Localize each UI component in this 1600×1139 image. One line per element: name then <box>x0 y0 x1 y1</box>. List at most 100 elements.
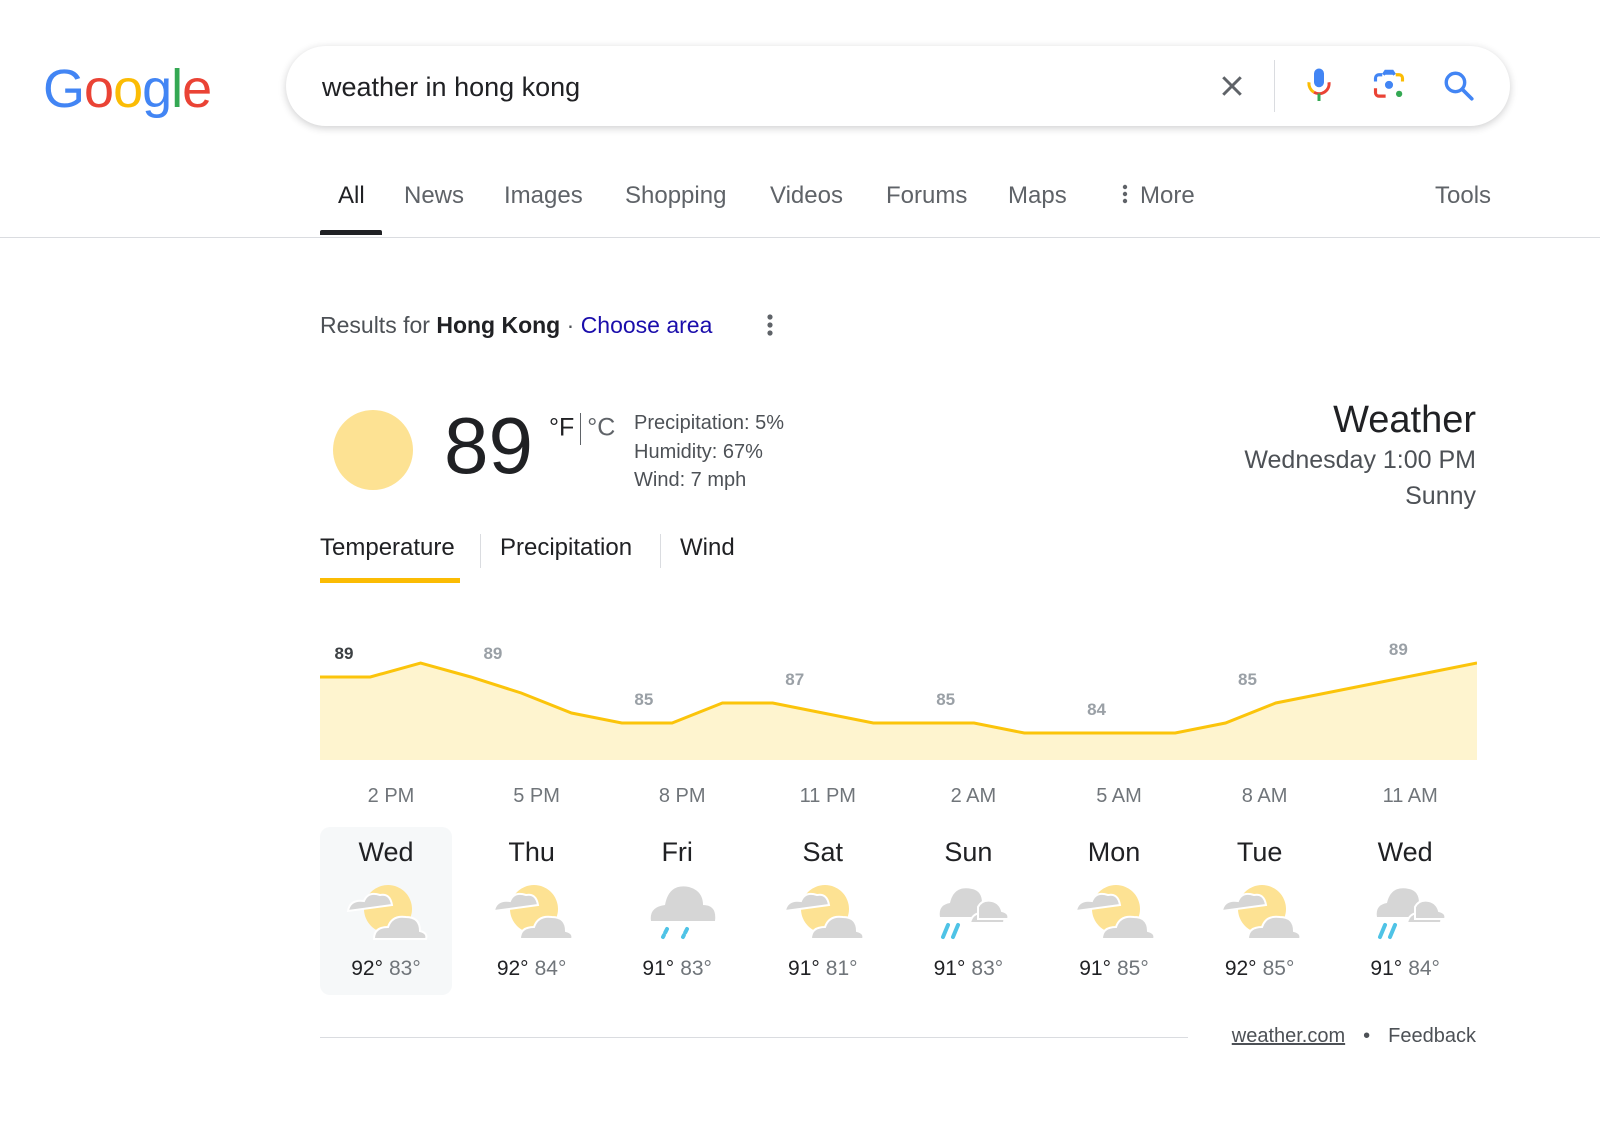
choose-area-link[interactable]: Choose area <box>581 312 713 338</box>
x-axis-tick-label: 2 PM <box>368 785 415 807</box>
temperature-chart[interactable]: 89 89 85 87 85 84 85 89 2 PM 5 PM 8 PM 11 PM 2 AM 5 A… <box>320 640 1477 820</box>
forecast-day-name: Sun <box>944 837 993 867</box>
forecast-high: 91° <box>933 957 966 980</box>
footer-separator: • <box>1363 1025 1371 1047</box>
forecast-low: 83° <box>680 957 712 980</box>
forecast-day[interactable]: Mon 91° 85° <box>1048 827 1180 995</box>
active-subtab-indicator <box>320 578 460 583</box>
temperature-data-label: 85 <box>1238 670 1257 689</box>
forecast-high: 92° <box>496 957 529 980</box>
footer-divider <box>320 1037 1188 1038</box>
forecast-high: 91° <box>1370 957 1403 980</box>
forecast-temps: 91° 81° <box>757 957 889 981</box>
weather-title: Weather <box>1333 399 1476 441</box>
tab-more-label: More <box>1140 182 1195 209</box>
temperature-data-label: 89 <box>483 644 502 663</box>
forecast-temps: 92° 84° <box>466 957 598 981</box>
forecast-temps: 92° 83° <box>320 957 452 981</box>
x-axis-tick-label: 8 AM <box>1242 785 1288 807</box>
forecast-temps: 91° 83° <box>611 957 743 981</box>
precipitation-value: Precipitation: 5% <box>634 412 785 434</box>
lens-search-button[interactable] <box>1369 66 1409 106</box>
attribution-footer: weather.com • Feedback <box>1232 1025 1476 1048</box>
celsius-button[interactable]: °C <box>587 414 615 442</box>
humidity-value: Humidity: 67% <box>634 440 763 463</box>
forecast-day-name: Mon <box>1087 837 1141 867</box>
forecast-temps: 91° 84° <box>1339 957 1471 981</box>
forecast-day-name: Thu <box>508 837 555 867</box>
forecast-temps: 91° 83° <box>902 957 1034 981</box>
logo-letter: G <box>43 59 85 119</box>
search-submit-button[interactable] <box>1439 66 1479 106</box>
unit-toggle: °F °C <box>549 413 615 445</box>
active-tab-indicator <box>320 230 382 235</box>
temperature-data-label: 85 <box>936 690 955 709</box>
tab-all[interactable]: All <box>338 182 365 210</box>
search-box <box>286 46 1510 126</box>
forecast-day-name: Wed <box>1377 837 1433 867</box>
tab-videos[interactable]: Videos <box>770 182 843 210</box>
microphone-icon <box>1307 68 1331 101</box>
temperature-area <box>320 663 1477 760</box>
scattered-showers-icon <box>1376 888 1447 939</box>
forecast-day-name: Tue <box>1236 837 1283 867</box>
tab-wind[interactable]: Wind <box>680 534 735 562</box>
weather-header: Weather Wednesday 1:00 PM Sunny <box>1244 398 1476 514</box>
forecast-day[interactable]: Fri 91° 83° <box>611 827 743 995</box>
tab-divider <box>480 534 481 568</box>
weather-source-link[interactable]: weather.com <box>1232 1025 1345 1047</box>
logo-letter: o <box>84 59 114 119</box>
partly-cloudy-icon <box>492 885 573 940</box>
fahrenheit-button[interactable]: °F <box>549 414 574 442</box>
tab-forums[interactable]: Forums <box>886 182 967 210</box>
temperature-chart-svg: 89 89 85 87 85 84 85 89 2 PM 5 PM 8 PM 11 PM 2 AM 5 A… <box>320 640 1477 807</box>
camera-lens-icon <box>1373 69 1405 98</box>
forecast-low: 83° <box>389 957 421 980</box>
temperature-data-label: 89 <box>335 644 354 663</box>
logo-letter: e <box>182 59 212 119</box>
voice-search-button[interactable] <box>1299 66 1339 106</box>
forecast-day[interactable]: Wed 91° 84° <box>1339 827 1471 995</box>
forecast-day-name: Sat <box>802 837 844 867</box>
forecast-low: 85° <box>1262 957 1295 980</box>
current-temperature: 89 <box>444 401 533 490</box>
partly-cloudy-icon <box>1220 885 1301 940</box>
forecast-day[interactable]: Sat 91° 81° <box>757 827 889 995</box>
temperature-data-label: 85 <box>634 690 653 709</box>
tab-precipitation[interactable]: Precipitation <box>500 534 632 562</box>
forecast-temps: 91° 85° <box>1048 957 1180 981</box>
x-axis-tick-label: 2 AM <box>951 785 997 807</box>
tab-shopping[interactable]: Shopping <box>625 182 726 210</box>
forecast-low: 85° <box>1117 957 1149 980</box>
forecast-day-name: Fri <box>661 837 693 867</box>
logo-letter: o <box>113 59 143 119</box>
logo-letter: l <box>171 59 183 119</box>
daily-forecast: Wed 92° 83° Thu 92° 84° Fri 91° 83° Sat 91° 81° Sun 9… <box>320 827 1490 995</box>
google-logo[interactable]: Google <box>43 58 212 120</box>
forecast-day[interactable]: Sun 91° 83° <box>902 827 1034 995</box>
search-input[interactable] <box>320 68 1184 106</box>
feedback-link[interactable]: Feedback <box>1388 1025 1476 1047</box>
rain-icon <box>650 886 716 939</box>
forecast-day-name: Wed <box>358 837 414 867</box>
scattered-showers-icon <box>940 888 1010 939</box>
options-menu-button[interactable] <box>760 312 780 340</box>
tab-images[interactable]: Images <box>504 182 583 210</box>
tab-news[interactable]: News <box>404 182 464 210</box>
forecast-high: 92° <box>351 957 383 980</box>
tab-divider <box>660 534 661 568</box>
forecast-day[interactable]: Wed 92° 83° <box>320 827 452 995</box>
forecast-day[interactable]: Tue 92° 85° <box>1194 827 1326 995</box>
tab-temperature[interactable]: Temperature <box>320 534 455 562</box>
forecast-high: 91° <box>788 957 820 980</box>
more-vert-icon <box>767 314 773 336</box>
tab-more[interactable]: More <box>1118 182 1195 210</box>
tab-maps[interactable]: Maps <box>1008 182 1067 210</box>
wind-value: Wind: 7 mph <box>634 469 747 491</box>
x-axis-tick-label: 8 PM <box>659 785 706 807</box>
forecast-day[interactable]: Thu 92° 84° <box>466 827 598 995</box>
clear-search-button[interactable] <box>1212 66 1252 106</box>
x-axis-tick-label: 5 AM <box>1096 785 1142 807</box>
tools-button[interactable]: Tools <box>1435 182 1491 210</box>
unit-divider <box>580 413 582 445</box>
